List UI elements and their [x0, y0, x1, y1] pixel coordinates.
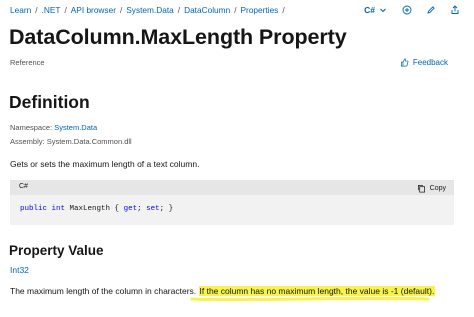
assembly-label: Assembly: [10, 137, 45, 146]
definition-heading: Definition [9, 92, 90, 112]
namespace-label: Namespace: [10, 123, 53, 132]
breadcrumb-item-api-browser[interactable]: API browser [71, 5, 116, 15]
language-selector[interactable]: C# [364, 4, 388, 15]
breadcrumb: Learn / .NET / API browser / System.Data / DataC… [10, 5, 289, 15]
breadcrumb-item-properties[interactable]: Properties [241, 5, 279, 15]
copy-icon [416, 183, 427, 194]
language-label: C# [364, 4, 375, 15]
breadcrumb-item-system-data[interactable]: System.Data [126, 5, 174, 15]
code-language-label: C# [19, 183, 28, 190]
code-keyword: set [146, 205, 160, 213]
breadcrumb-separator: / [35, 5, 38, 15]
breadcrumb-separator: / [119, 5, 123, 15]
page-toolbar: C# [364, 4, 460, 15]
type-link-int32[interactable]: Int32 [10, 265, 29, 275]
property-description: Gets or sets the maximum length of a tex… [10, 159, 200, 169]
namespace-link[interactable]: System.Data [54, 123, 97, 132]
code-text: MaxLength { [65, 205, 124, 213]
breadcrumb-separator: / [234, 5, 237, 15]
code-block: C# Copy public int MaxLength { get; set;… [10, 180, 454, 225]
share-icon[interactable] [449, 4, 460, 15]
chevron-down-icon [377, 4, 388, 15]
highlight-scribble [190, 296, 430, 302]
property-value-description: The maximum length of the column in char… [10, 286, 436, 296]
assembly-row: Assembly: System.Data.Common.dll [10, 137, 132, 146]
code-content: public int MaxLength { get; set; } [20, 205, 173, 213]
highlighted-text: If the column has no maximum length, the… [198, 286, 436, 296]
code-header: C# Copy [10, 180, 454, 195]
copy-button[interactable]: Copy [416, 183, 446, 194]
feedback-link[interactable]: Feedback [399, 57, 448, 68]
code-keyword: public [20, 205, 48, 213]
property-value-heading: Property Value [9, 243, 104, 258]
code-keyword: int [51, 205, 66, 213]
assembly-value: System.Data.Common.dll [46, 137, 132, 146]
breadcrumb-separator: / [282, 5, 285, 15]
edit-icon[interactable] [425, 4, 436, 15]
feedback-label: Feedback [412, 58, 448, 67]
breadcrumb-separator: / [177, 5, 181, 15]
reference-label: Reference [10, 58, 45, 67]
code-keyword: get [123, 205, 138, 213]
thumbs-icon [399, 57, 410, 68]
code-text: ; } [159, 205, 174, 213]
breadcrumb-item-dotnet[interactable]: .NET [42, 5, 61, 15]
code-text: ; [137, 205, 147, 213]
namespace-row: Namespace: System.Data [10, 123, 97, 132]
breadcrumb-item-learn[interactable]: Learn [10, 5, 31, 15]
copy-label: Copy [429, 185, 446, 192]
breadcrumb-item-datacolumn[interactable]: DataColumn [184, 5, 230, 15]
page-title: DataColumn.MaxLength Property [9, 25, 347, 49]
add-icon[interactable] [401, 4, 412, 15]
breadcrumb-separator: / [64, 5, 67, 15]
property-value-text: The maximum length of the column in char… [10, 286, 199, 296]
